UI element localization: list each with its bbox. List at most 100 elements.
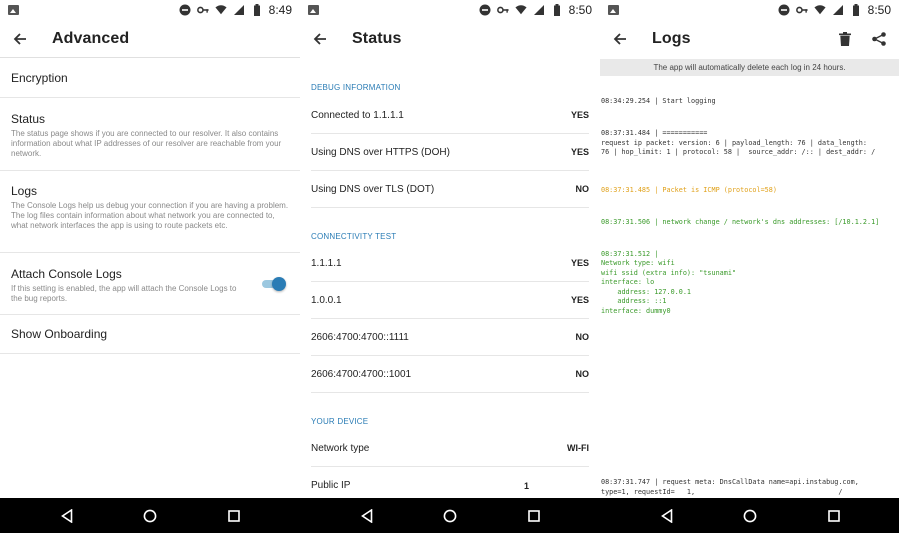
- toggle-thumb: [272, 277, 286, 291]
- log-entry: 08:37:31.484 | =========== request ip pa…: [601, 128, 876, 157]
- gallery-notification-icon: [8, 5, 19, 15]
- row-value: NO: [575, 369, 590, 379]
- status-row: 1.1.1.1 YES: [311, 245, 589, 282]
- wifi-icon: [515, 5, 527, 15]
- log-entry: 08:37:31.512 | Network type: wifi wifi s…: [601, 249, 737, 316]
- cellular-signal-icon: [533, 5, 544, 15]
- row-value: YES: [570, 147, 589, 157]
- row-label: Connected to 1.1.1.1: [311, 109, 404, 121]
- status-row: 2606:4700:4700::1111 NO: [311, 319, 589, 356]
- setting-show-onboarding[interactable]: Show Onboarding: [0, 315, 300, 354]
- row-label: 1.0.0.1: [311, 294, 342, 306]
- nav-recents-button[interactable]: [222, 498, 246, 533]
- app-bar-actions: [833, 27, 899, 51]
- row-value: WI-FI: [567, 443, 589, 453]
- cellular-signal-icon: [233, 5, 244, 15]
- triangle-back-icon: [361, 508, 373, 523]
- nav-back-button[interactable]: [655, 498, 679, 533]
- nav-back-button[interactable]: [55, 498, 79, 533]
- debug-section: Connected to 1.1.1.1 YES Using DNS over H…: [300, 97, 600, 208]
- triangle-back-icon: [61, 508, 73, 523]
- section-header-connectivity: CONNECTIVITY TEST: [311, 232, 397, 241]
- row-label: 2606:4700:4700::1111: [311, 331, 409, 343]
- clock: 8:49: [268, 3, 292, 17]
- status-row: Connected to 1.1.1.1 YES: [311, 97, 589, 134]
- clock: 8:50: [568, 3, 592, 17]
- do-not-disturb-icon: [179, 4, 191, 16]
- row-value: NO: [575, 332, 590, 342]
- back-button[interactable]: [600, 20, 640, 58]
- wifi-icon: [814, 5, 826, 15]
- row-label: Using DNS over TLS (DOT): [311, 183, 435, 195]
- setting-logs[interactable]: Logs The Console Logs help us debug your…: [0, 171, 300, 253]
- system-navigation-bar: [0, 498, 899, 533]
- status-row: Public IP 1: [311, 467, 589, 498]
- back-button[interactable]: [300, 20, 340, 58]
- row-value: YES: [570, 258, 589, 268]
- status-row: 2606:4700:4700::1001 NO: [311, 356, 589, 393]
- advanced-screen: 8:49 Advanced Encryption Status The stat…: [0, 0, 300, 498]
- vpn-key-icon: [196, 6, 209, 14]
- status-screen: 8:50 Status DEBUG INFORMATION Connected …: [300, 0, 600, 498]
- setting-encryption[interactable]: Encryption: [0, 59, 300, 98]
- log-output: 08:34:29.254 | Start logging 08:37:31.48…: [601, 78, 897, 339]
- connectivity-section: 1.1.1.1 YES 1.0.0.1 YES 2606:4700:4700::11…: [300, 245, 600, 393]
- arrow-back-icon: [613, 33, 626, 45]
- arrow-back-icon: [13, 32, 26, 45]
- page-title: Status: [352, 30, 402, 47]
- nav-recents-button[interactable]: [522, 498, 546, 533]
- battery-icon: [553, 4, 560, 16]
- row-value: YES: [570, 110, 589, 120]
- setting-status[interactable]: Status The status page shows if you are …: [0, 98, 300, 171]
- device-section: Network type WI-FI Public IP 1: [300, 430, 600, 498]
- row-label: 2606:4700:4700::1001: [311, 368, 412, 380]
- setting-attach-console-logs[interactable]: Attach Console Logs If this setting is e…: [0, 253, 300, 315]
- square-recents-icon: [828, 509, 840, 522]
- square-recents-icon: [228, 509, 240, 522]
- section-header-debug: DEBUG INFORMATION: [311, 83, 401, 92]
- status-list: DEBUG INFORMATION Connected to 1.1.1.1 YE…: [300, 59, 600, 498]
- nav-recents-button[interactable]: [822, 498, 846, 533]
- status-row: Using DNS over TLS (DOT) NO: [311, 171, 589, 208]
- setting-title: Show Onboarding: [11, 327, 108, 341]
- vpn-key-icon: [795, 6, 808, 14]
- back-button[interactable]: [0, 20, 40, 58]
- nav-back-button[interactable]: [355, 498, 379, 533]
- status-row: Using DNS over HTTPS (DOH) YES: [311, 134, 589, 171]
- row-label: Using DNS over HTTPS (DOH): [311, 146, 450, 158]
- logs-screen: 8:50 Logs The app will automatically del…: [600, 0, 899, 498]
- setting-description: The status page shows if you are connect…: [11, 129, 282, 158]
- share-icon: [872, 32, 886, 46]
- circle-home-icon: [743, 509, 757, 522]
- row-label: Public IP: [311, 480, 351, 491]
- section-header-device: YOUR DEVICE: [311, 417, 369, 426]
- circle-home-icon: [143, 509, 157, 522]
- delete-logs-button[interactable]: [833, 27, 857, 51]
- vpn-key-icon: [496, 6, 509, 14]
- battery-icon: [253, 4, 260, 16]
- setting-title: Logs: [11, 184, 38, 198]
- row-value: 1: [523, 480, 529, 491]
- share-logs-button[interactable]: [867, 27, 891, 51]
- circle-home-icon: [443, 509, 457, 522]
- app-bar: Logs: [600, 20, 899, 58]
- log-entry: 08:34:29.254 | Start logging: [601, 97, 716, 106]
- nav-home-button[interactable]: [138, 498, 162, 533]
- status-bar: 8:49: [0, 0, 300, 20]
- trash-icon: [839, 32, 851, 46]
- nav-home-button[interactable]: [738, 498, 762, 533]
- app-bar: Advanced: [0, 20, 300, 58]
- attach-logs-toggle[interactable]: [260, 277, 286, 291]
- square-recents-icon: [528, 509, 540, 522]
- setting-title: Attach Console Logs: [11, 267, 122, 281]
- status-row: Network type WI-FI: [311, 430, 589, 467]
- row-value: YES: [570, 295, 589, 305]
- row-value: NO: [575, 184, 590, 194]
- nav-home-button[interactable]: [438, 498, 462, 533]
- setting-title: Status: [11, 112, 46, 126]
- setting-title: Encryption: [11, 71, 68, 85]
- setting-description: The Console Logs help us debug your conn…: [11, 201, 289, 230]
- do-not-disturb-icon: [479, 4, 491, 16]
- cellular-signal-icon: [832, 5, 843, 15]
- log-entry-bottom: 08:37:31.747 | request meta: DnsCallData…: [601, 478, 859, 496]
